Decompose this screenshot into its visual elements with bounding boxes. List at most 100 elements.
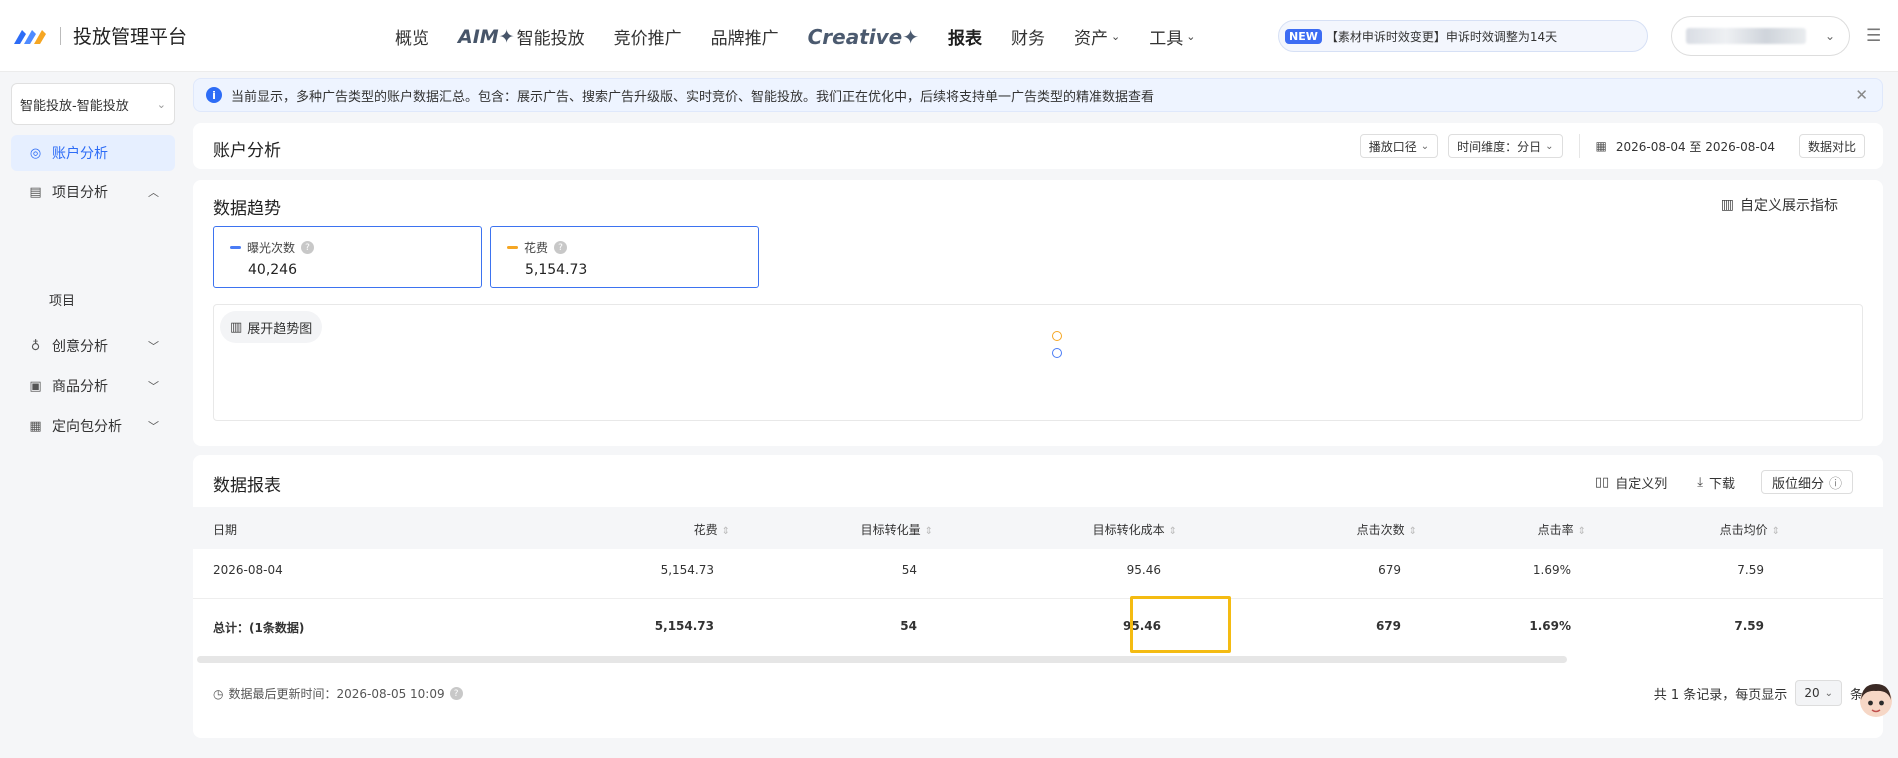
sidebar-item-account-analysis[interactable]: ◎ 账户分析 (11, 135, 175, 171)
chevron-down-icon: ﹀ (148, 420, 159, 433)
column-header-cost[interactable]: 花费 ⇕ (694, 521, 730, 538)
chevron-down-icon: ⌄ (1545, 140, 1554, 152)
last-updated: ◷ 数据最后更新时间：2026-08-05 10:09 ? (213, 685, 463, 702)
total-cpc: 7.59 (1734, 619, 1764, 633)
account-switcher[interactable]: ⌄ (1671, 16, 1850, 56)
series-color-swatch (507, 246, 518, 249)
position-breakdown-button[interactable]: 版位细分 ⓘ (1760, 470, 1853, 494)
platform-title: 投放管理平台 (73, 26, 188, 48)
document-icon: ▤ (29, 184, 42, 200)
nav-brand[interactable]: 品牌推广 (711, 24, 779, 49)
page-header-card: 账户分析 播放口径 ⌄ 时间维度：分日 ⌄ ▦ 2026-08-04 至 2026-0… (193, 123, 1883, 169)
loading-dot (1052, 331, 1062, 341)
custom-columns-button[interactable]: ▯▯ 自定义列 (1595, 473, 1667, 492)
custom-metrics-button[interactable]: ▥ 自定义展示指标 (1721, 195, 1838, 215)
help-icon[interactable]: ? (301, 241, 315, 254)
data-report-card: 数据报表 ▯▯ 自定义列 ⤓ 下载 版位细分 ⓘ 日期 花费 ⇕ 目标转化量 ⇕ 目标转化… (193, 455, 1883, 738)
chevron-up-icon: ︿ (148, 186, 159, 199)
metric-card-impressions[interactable]: 曝光次数? 40,246 (213, 226, 482, 288)
data-compare-button[interactable]: 数据对比 (1798, 134, 1865, 158)
report-toolbar: ▯▯ 自定义列 ⤓ 下载 版位细分 ⓘ (1565, 470, 1853, 494)
notice-text: 【素材申诉时效变更】申诉时效调整为14天 (1325, 29, 1558, 44)
cell-cost: 5,154.73 (660, 563, 714, 577)
columns-icon: ▯▯ (1594, 474, 1610, 490)
column-header-conversion-cost[interactable]: 目标转化成本 ⇕ (1093, 521, 1177, 538)
total-clicks: 679 (1375, 619, 1401, 633)
menu-collapse-icon[interactable]: ☰ (1866, 26, 1881, 46)
expand-trend-button[interactable]: ▥ 展开趋势图 (220, 311, 323, 343)
assistant-avatar-icon[interactable] (1858, 680, 1894, 722)
clock-icon: ◷ (213, 686, 224, 701)
chevron-down-icon: ⌄ (1824, 687, 1833, 699)
nav-reports[interactable]: 报表 (948, 24, 982, 49)
targeting-pack-icon: ▦ (29, 418, 42, 434)
nav-tools[interactable]: 工具 ⌄ (1149, 24, 1195, 49)
trend-title: 数据趋势 (213, 199, 281, 219)
help-icon[interactable]: ? (554, 241, 568, 254)
sidebar-item-product-analysis[interactable]: ▣ 商品分析 ﹀ (11, 368, 175, 404)
sidebar-sub-item-project[interactable]: 项目 (49, 290, 75, 309)
ad-type-select[interactable]: 智能投放-智能投放 ⌄ (11, 83, 175, 125)
download-button[interactable]: ⤓ 下载 (1697, 473, 1735, 492)
main-nav: 概览 AIM✦ 智能投放 竞价推广 品牌推广 Creative✦ 报表 财务 资产… (395, 24, 1224, 50)
column-header-date[interactable]: 日期 (213, 521, 237, 538)
caliber-select[interactable]: 播放口径 ⌄ (1359, 134, 1439, 158)
column-header-ctr[interactable]: 点击率 ⇕ (1538, 521, 1586, 538)
sidebar-item-creative-analysis[interactable]: ♁ 创意分析 ﹀ (11, 328, 175, 364)
cell-conversions: 54 (901, 563, 917, 577)
row-divider (193, 598, 1883, 599)
metric-value: 40,246 (248, 262, 297, 278)
table-header: 日期 花费 ⇕ 目标转化量 ⇕ 目标转化成本 ⇕ 点击次数 ⇕ 点击率 ⇕ 点击均价 ⇕ (193, 507, 1883, 549)
bar-chart-icon: ▥ (230, 319, 243, 335)
series-color-swatch (230, 246, 241, 249)
blurred-account-name (1686, 28, 1806, 44)
pagination: 共 1 条记录，每页显示 20 ⌄ 条 (1654, 680, 1863, 706)
cell-clicks: 679 (1378, 563, 1401, 577)
close-icon[interactable]: ✕ (1855, 86, 1868, 104)
chevron-down-icon: ﹀ (148, 340, 159, 353)
horizontal-scrollbar[interactable] (197, 656, 1567, 663)
loading-dot (1052, 348, 1062, 358)
nav-overview[interactable]: 概览 (395, 24, 429, 49)
nav-assets[interactable]: 资产 ⌄ (1074, 24, 1120, 49)
data-trend-card: 数据趋势 ▥ 自定义展示指标 曝光次数? 40,246 花费? 5,154.73… (193, 180, 1883, 446)
total-cost: 5,154.73 (654, 619, 714, 633)
chevron-down-icon: ⌄ (1824, 29, 1835, 43)
column-header-cpc[interactable]: 点击均价 ⇕ (1720, 521, 1780, 538)
sidebar-item-targeting-analysis[interactable]: ▦ 定向包分析 ﹀ (11, 408, 175, 444)
report-title: 数据报表 (213, 476, 281, 496)
brand-logo-icon (14, 29, 46, 44)
page-size-select[interactable]: 20 ⌄ (1795, 680, 1842, 706)
sort-icon: ⇕ (1168, 526, 1177, 537)
nav-bidding[interactable]: 竞价推广 (614, 24, 682, 49)
page-title: 账户分析 (213, 141, 281, 161)
column-header-conversions[interactable]: 目标转化量 ⇕ (861, 521, 933, 538)
time-dimension-select[interactable]: 时间维度：分日 ⌄ (1448, 134, 1563, 158)
sort-icon: ⇕ (1771, 526, 1780, 537)
nav-finance[interactable]: 财务 (1011, 24, 1045, 49)
header-controls: 播放口径 ⌄ 时间维度：分日 ⌄ ▦ 2026-08-04 至 2026-08-04 … (1350, 134, 1865, 158)
sidebar-item-project-analysis[interactable]: ▤ 项目分析 ︿ (11, 174, 175, 210)
logo[interactable]: 投放管理平台 (12, 22, 187, 49)
chevron-down-icon: ⌄ (1111, 30, 1121, 43)
shopping-bag-icon: ▣ (29, 378, 42, 394)
metric-card-cost[interactable]: 花费? 5,154.73 (490, 226, 759, 288)
help-icon: ⓘ (1828, 476, 1842, 492)
notice-pill[interactable]: NEW 【素材申诉时效变更】申诉时效调整为14天 (1278, 20, 1648, 52)
help-icon[interactable]: ? (449, 687, 463, 700)
sort-icon: ⇕ (1577, 526, 1586, 537)
cell-conversion-cost: 95.46 (1126, 563, 1161, 577)
nav-creative[interactable]: Creative✦ (808, 25, 919, 49)
user-circle-icon: ◎ (29, 145, 42, 161)
chevron-down-icon: ⌄ (1420, 140, 1430, 152)
column-header-clicks[interactable]: 点击次数 ⇕ (1357, 521, 1417, 538)
date-range-picker[interactable]: ▦ 2026-08-04 至 2026-08-04 (1578, 134, 1775, 158)
info-banner: i 当前显示，多种广告类型的账户数据汇总。包含：展示广告、搜索广告升级版、实时竞… (193, 78, 1883, 112)
cell-cpc: 7.59 (1737, 563, 1764, 577)
trend-chart-area: ▥ 展开趋势图 (213, 304, 1863, 421)
total-label: 总计：(1条数据) (213, 621, 305, 635)
chevron-down-icon: ﹀ (148, 380, 159, 393)
sort-icon: ⇕ (924, 526, 933, 537)
top-bar: 投放管理平台 概览 AIM✦ 智能投放 竞价推广 品牌推广 Creative✦ 报… (0, 0, 1898, 72)
nav-smart-delivery[interactable]: AIM✦ 智能投放 (458, 24, 585, 50)
